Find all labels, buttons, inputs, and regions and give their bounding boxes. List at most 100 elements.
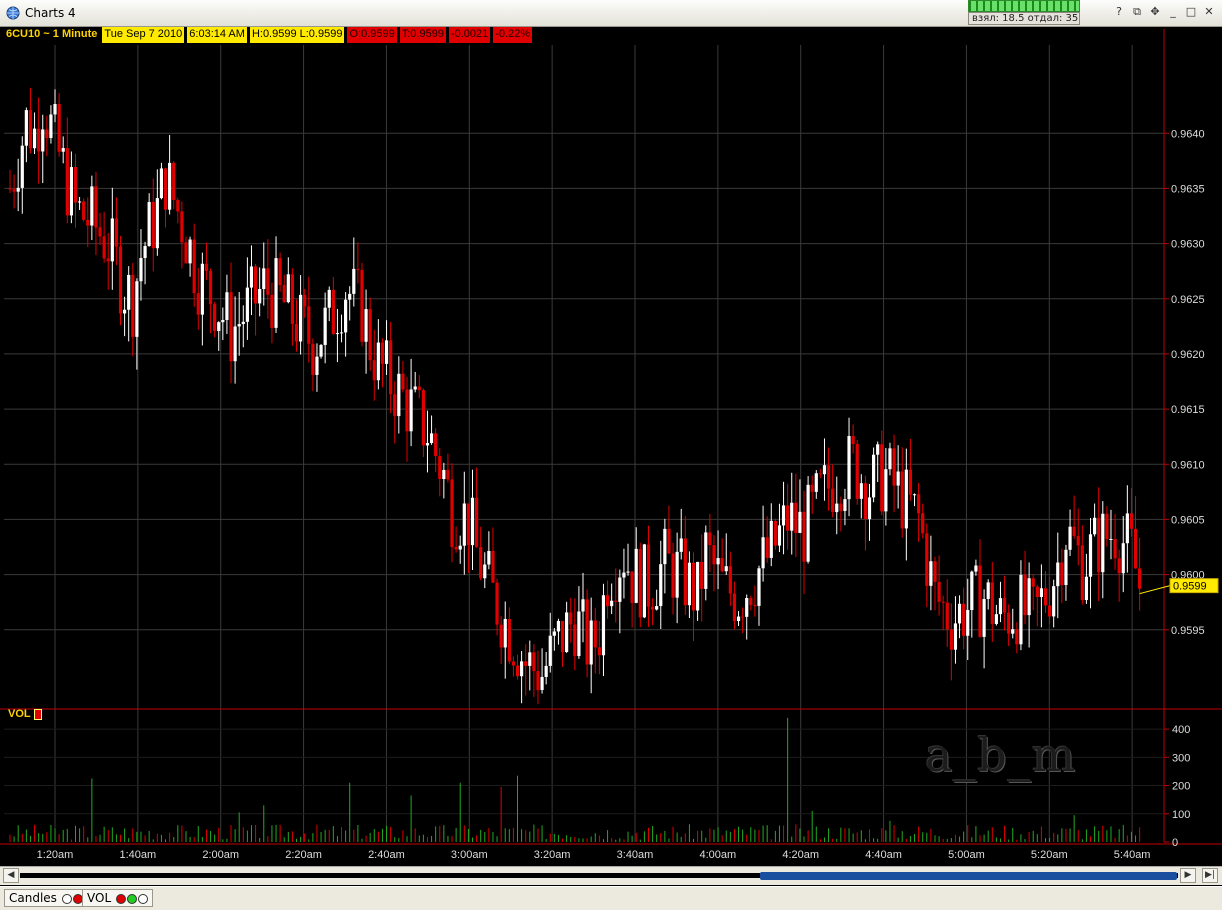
candle-body <box>826 465 831 489</box>
price-tick-label: 0.9595 <box>1171 625 1205 637</box>
candle-body <box>470 497 475 546</box>
candle-body <box>732 593 737 622</box>
candle-body <box>352 268 356 294</box>
candle-body <box>941 601 945 603</box>
candle-body <box>786 505 790 531</box>
candle-body <box>73 167 78 203</box>
candle-body <box>736 616 741 622</box>
candle-body <box>241 321 245 325</box>
candle-body <box>233 326 237 362</box>
candle-body <box>192 239 196 294</box>
candle-body <box>585 599 589 665</box>
candle-body <box>634 548 638 603</box>
move-icon[interactable]: ✥ <box>1148 5 1162 19</box>
candle-body <box>1035 586 1039 598</box>
volume-tick-label: 400 <box>1172 724 1190 736</box>
candle-body <box>949 629 953 650</box>
scroll-left-icon[interactable]: ◀ <box>3 868 19 883</box>
candle-body <box>912 494 917 496</box>
candle-body <box>12 189 16 192</box>
maximize-icon[interactable]: □ <box>1184 5 1198 19</box>
candle-body <box>217 322 221 331</box>
candle-body <box>577 611 581 657</box>
candle-body <box>917 494 921 514</box>
candle-body <box>691 562 696 611</box>
symbol-label: 6CU10 ~ 1 Minute <box>6 28 98 40</box>
candle-body <box>499 624 503 648</box>
candle-body <box>671 553 675 598</box>
candle-body <box>892 448 896 486</box>
candle-body <box>675 551 679 598</box>
candle-body <box>720 558 724 572</box>
time-tick-label: 5:00am <box>948 849 985 861</box>
candle-body <box>1007 612 1011 634</box>
horizontal-scrollbar[interactable]: ◀ ▶ ▶| <box>0 866 1222 885</box>
restore-down-icon[interactable]: ⧉ <box>1130 5 1144 19</box>
study-tabs-bar: Candles VOL <box>0 886 1222 910</box>
scroll-end-icon[interactable]: ▶| <box>1202 868 1218 883</box>
candle-body <box>581 599 585 612</box>
candle-body <box>16 187 20 192</box>
time-tick-label: 3:20am <box>534 849 571 861</box>
candle-body <box>270 294 274 328</box>
minimize-icon[interactable]: _ <box>1166 5 1180 19</box>
candle-body <box>659 564 663 607</box>
candle-body <box>847 436 851 500</box>
candle-body <box>266 268 270 295</box>
candle-body <box>749 597 753 606</box>
candle-body <box>45 129 49 138</box>
candle-body <box>474 497 479 548</box>
candle-body <box>1011 629 1015 634</box>
close-icon[interactable]: ✕ <box>1202 5 1216 19</box>
candle-body <box>614 600 618 602</box>
candle-body <box>908 469 913 495</box>
candle-body <box>998 598 1003 615</box>
candle-body <box>417 386 421 391</box>
candle-body <box>372 360 376 381</box>
trade-stats-widget: взял: 18.5 отдал: 35 <box>968 0 1080 26</box>
candle-body <box>814 473 818 492</box>
last-price-pointer <box>1139 585 1171 595</box>
candle-body <box>278 258 282 286</box>
tab-candles[interactable]: Candles <box>4 889 88 907</box>
candle-body <box>188 239 192 264</box>
scroll-thumb[interactable] <box>760 872 1177 880</box>
globe-icon <box>6 6 20 20</box>
candle-body <box>1047 605 1052 617</box>
candle-body <box>974 565 978 572</box>
candle-body <box>1076 535 1080 546</box>
candle-body <box>49 114 53 138</box>
candle-body <box>57 104 61 152</box>
candle-body <box>650 606 655 610</box>
candle-body <box>438 456 442 480</box>
candle-body <box>151 201 155 249</box>
candle-body <box>565 612 569 652</box>
candle-body <box>127 274 131 310</box>
help-icon[interactable]: ? <box>1112 5 1126 19</box>
candle-body <box>159 168 164 199</box>
candle-body <box>1002 598 1007 613</box>
time-tick-label: 2:20am <box>285 849 322 861</box>
title-bar[interactable]: Charts 4 взял: 18.5 отдал: 35 ? ⧉ ✥ _ □ … <box>0 0 1222 27</box>
candle-body <box>450 479 454 548</box>
candle-body <box>123 309 127 314</box>
candle-body <box>548 635 552 666</box>
candle-body <box>434 433 438 457</box>
volume-pane-label[interactable]: VOL <box>8 708 42 720</box>
candle-body <box>348 293 352 300</box>
candle-body <box>479 547 483 579</box>
price-tick-label: 0.9630 <box>1171 239 1205 251</box>
candle-body <box>1052 586 1056 617</box>
candle-body <box>704 532 708 589</box>
candle-body <box>761 537 765 569</box>
candle-body <box>491 550 495 583</box>
candle-body <box>106 258 110 262</box>
candle-body <box>262 268 266 290</box>
price-tick-label: 0.9610 <box>1171 459 1205 471</box>
scroll-right-icon[interactable]: ▶ <box>1180 868 1196 883</box>
candle-body <box>589 620 593 665</box>
candle-body <box>1109 538 1113 540</box>
candle-body <box>94 186 98 228</box>
tab-vol[interactable]: VOL <box>82 889 153 907</box>
price-tick-label: 0.9605 <box>1171 514 1205 526</box>
